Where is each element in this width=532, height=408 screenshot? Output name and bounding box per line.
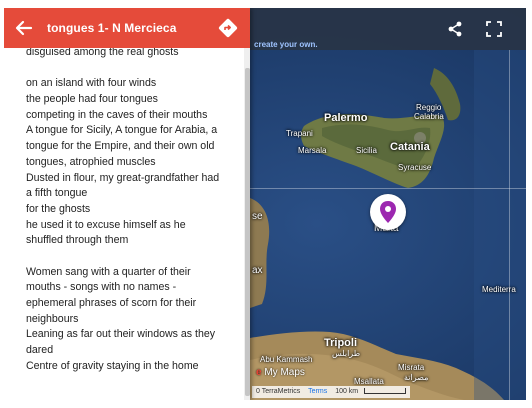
scale-label: 100 km (335, 388, 359, 395)
map-label-msallata: Msallata (354, 377, 384, 386)
poem-line: he used it to excuse himself as he (26, 218, 186, 231)
map-label-tripoli-arabic: طرابلس (332, 349, 361, 358)
map-label-misrata-arabic: مصراتة (404, 373, 429, 382)
arrow-back-icon (15, 20, 33, 36)
map-label-trapani: Trapani (286, 129, 313, 138)
create-your-own-link[interactable]: create your own. (254, 40, 318, 49)
map-label-calabria: Calabria (414, 112, 444, 121)
poem-text: disguised among the real ghosts on an isl… (26, 48, 238, 374)
back-button[interactable] (14, 18, 34, 38)
embedded-map-frame: Palermo Reggio Calabria Trapani Marsala … (4, 8, 526, 400)
poem-line: shuffled through them (26, 234, 129, 247)
map-label-reggio: Reggio (416, 103, 442, 112)
fullscreen-button[interactable] (485, 20, 503, 38)
map-label-sicilia: Sicilia (356, 146, 377, 155)
map-pin-icon (380, 201, 396, 223)
map-label-tripoli: Tripoli (324, 337, 357, 349)
poem-line: mouths - songs with no names - (26, 281, 177, 294)
map-label-syracuse: Syracuse (398, 163, 432, 172)
poem-line: disguised among the real ghosts (26, 48, 179, 58)
map-label-marsala: Marsala (298, 146, 327, 155)
poem-line: for the ghosts (26, 202, 91, 215)
scale-bar (364, 388, 407, 395)
map-label-edge-se: se (252, 211, 263, 222)
poem-line: Centre of gravity staying in the home (26, 359, 199, 372)
terms-link[interactable]: Terms (308, 388, 327, 395)
share-button[interactable] (446, 20, 464, 38)
map-label-mediterranean: Mediterra (482, 285, 516, 294)
poem-line: A tongue for Sicily, A tongue for Arabia… (26, 124, 218, 137)
panel-header: tongues 1- N Mercieca (4, 8, 250, 48)
map-marker-malta[interactable] (370, 194, 406, 230)
poem-line: neighbours (26, 312, 79, 325)
share-icon (448, 21, 462, 37)
panel-title: tongues 1- N Mercieca (47, 21, 177, 35)
poem-line: Leaning as far out their windows as they (26, 328, 216, 341)
poem-line: tongue for the Empire, and their own old (26, 140, 215, 153)
poem-line: Women sang with a quarter of their (26, 265, 191, 278)
directions-button[interactable] (218, 18, 238, 38)
google-my-maps-logo: e My Maps (256, 367, 305, 378)
fullscreen-icon (486, 21, 502, 37)
poem-line: dared (26, 344, 54, 357)
poem-line: ephemeral phrases of scorn for their (26, 297, 197, 309)
copyright-text: 0 TerraMetrics (256, 388, 301, 395)
panel-description[interactable]: disguised among the real ghosts on an isl… (4, 48, 244, 400)
map-label-palermo: Palermo (324, 112, 368, 124)
map-grid-line (509, 50, 510, 400)
poem-line: competing in the caves of their mouths (26, 108, 208, 121)
poem-line: tongues, atrophied muscles (26, 155, 156, 168)
map-label-catania: Catania (390, 141, 430, 153)
scrollbar-thumb[interactable] (245, 68, 250, 396)
poem-line: the people had four tongues (26, 93, 158, 106)
map-label-misrata: Misrata (398, 363, 425, 372)
map-label-abu-kammash: Abu Kammash (260, 355, 313, 364)
poem-line (26, 61, 238, 77)
map-label-edge-ax: ax (252, 265, 263, 276)
poem-line (26, 249, 238, 265)
poem-line: Dusted in flour, my great-grandfather ha… (26, 171, 220, 184)
directions-icon (218, 18, 238, 38)
poem-line: a fifth tongue (26, 187, 88, 200)
poem-line: on an island with four winds (26, 77, 157, 90)
map-attribution: 0 TerraMetrics Terms 100 km (252, 386, 411, 398)
side-panel: tongues 1- N Mercieca disguised among th… (4, 8, 250, 400)
